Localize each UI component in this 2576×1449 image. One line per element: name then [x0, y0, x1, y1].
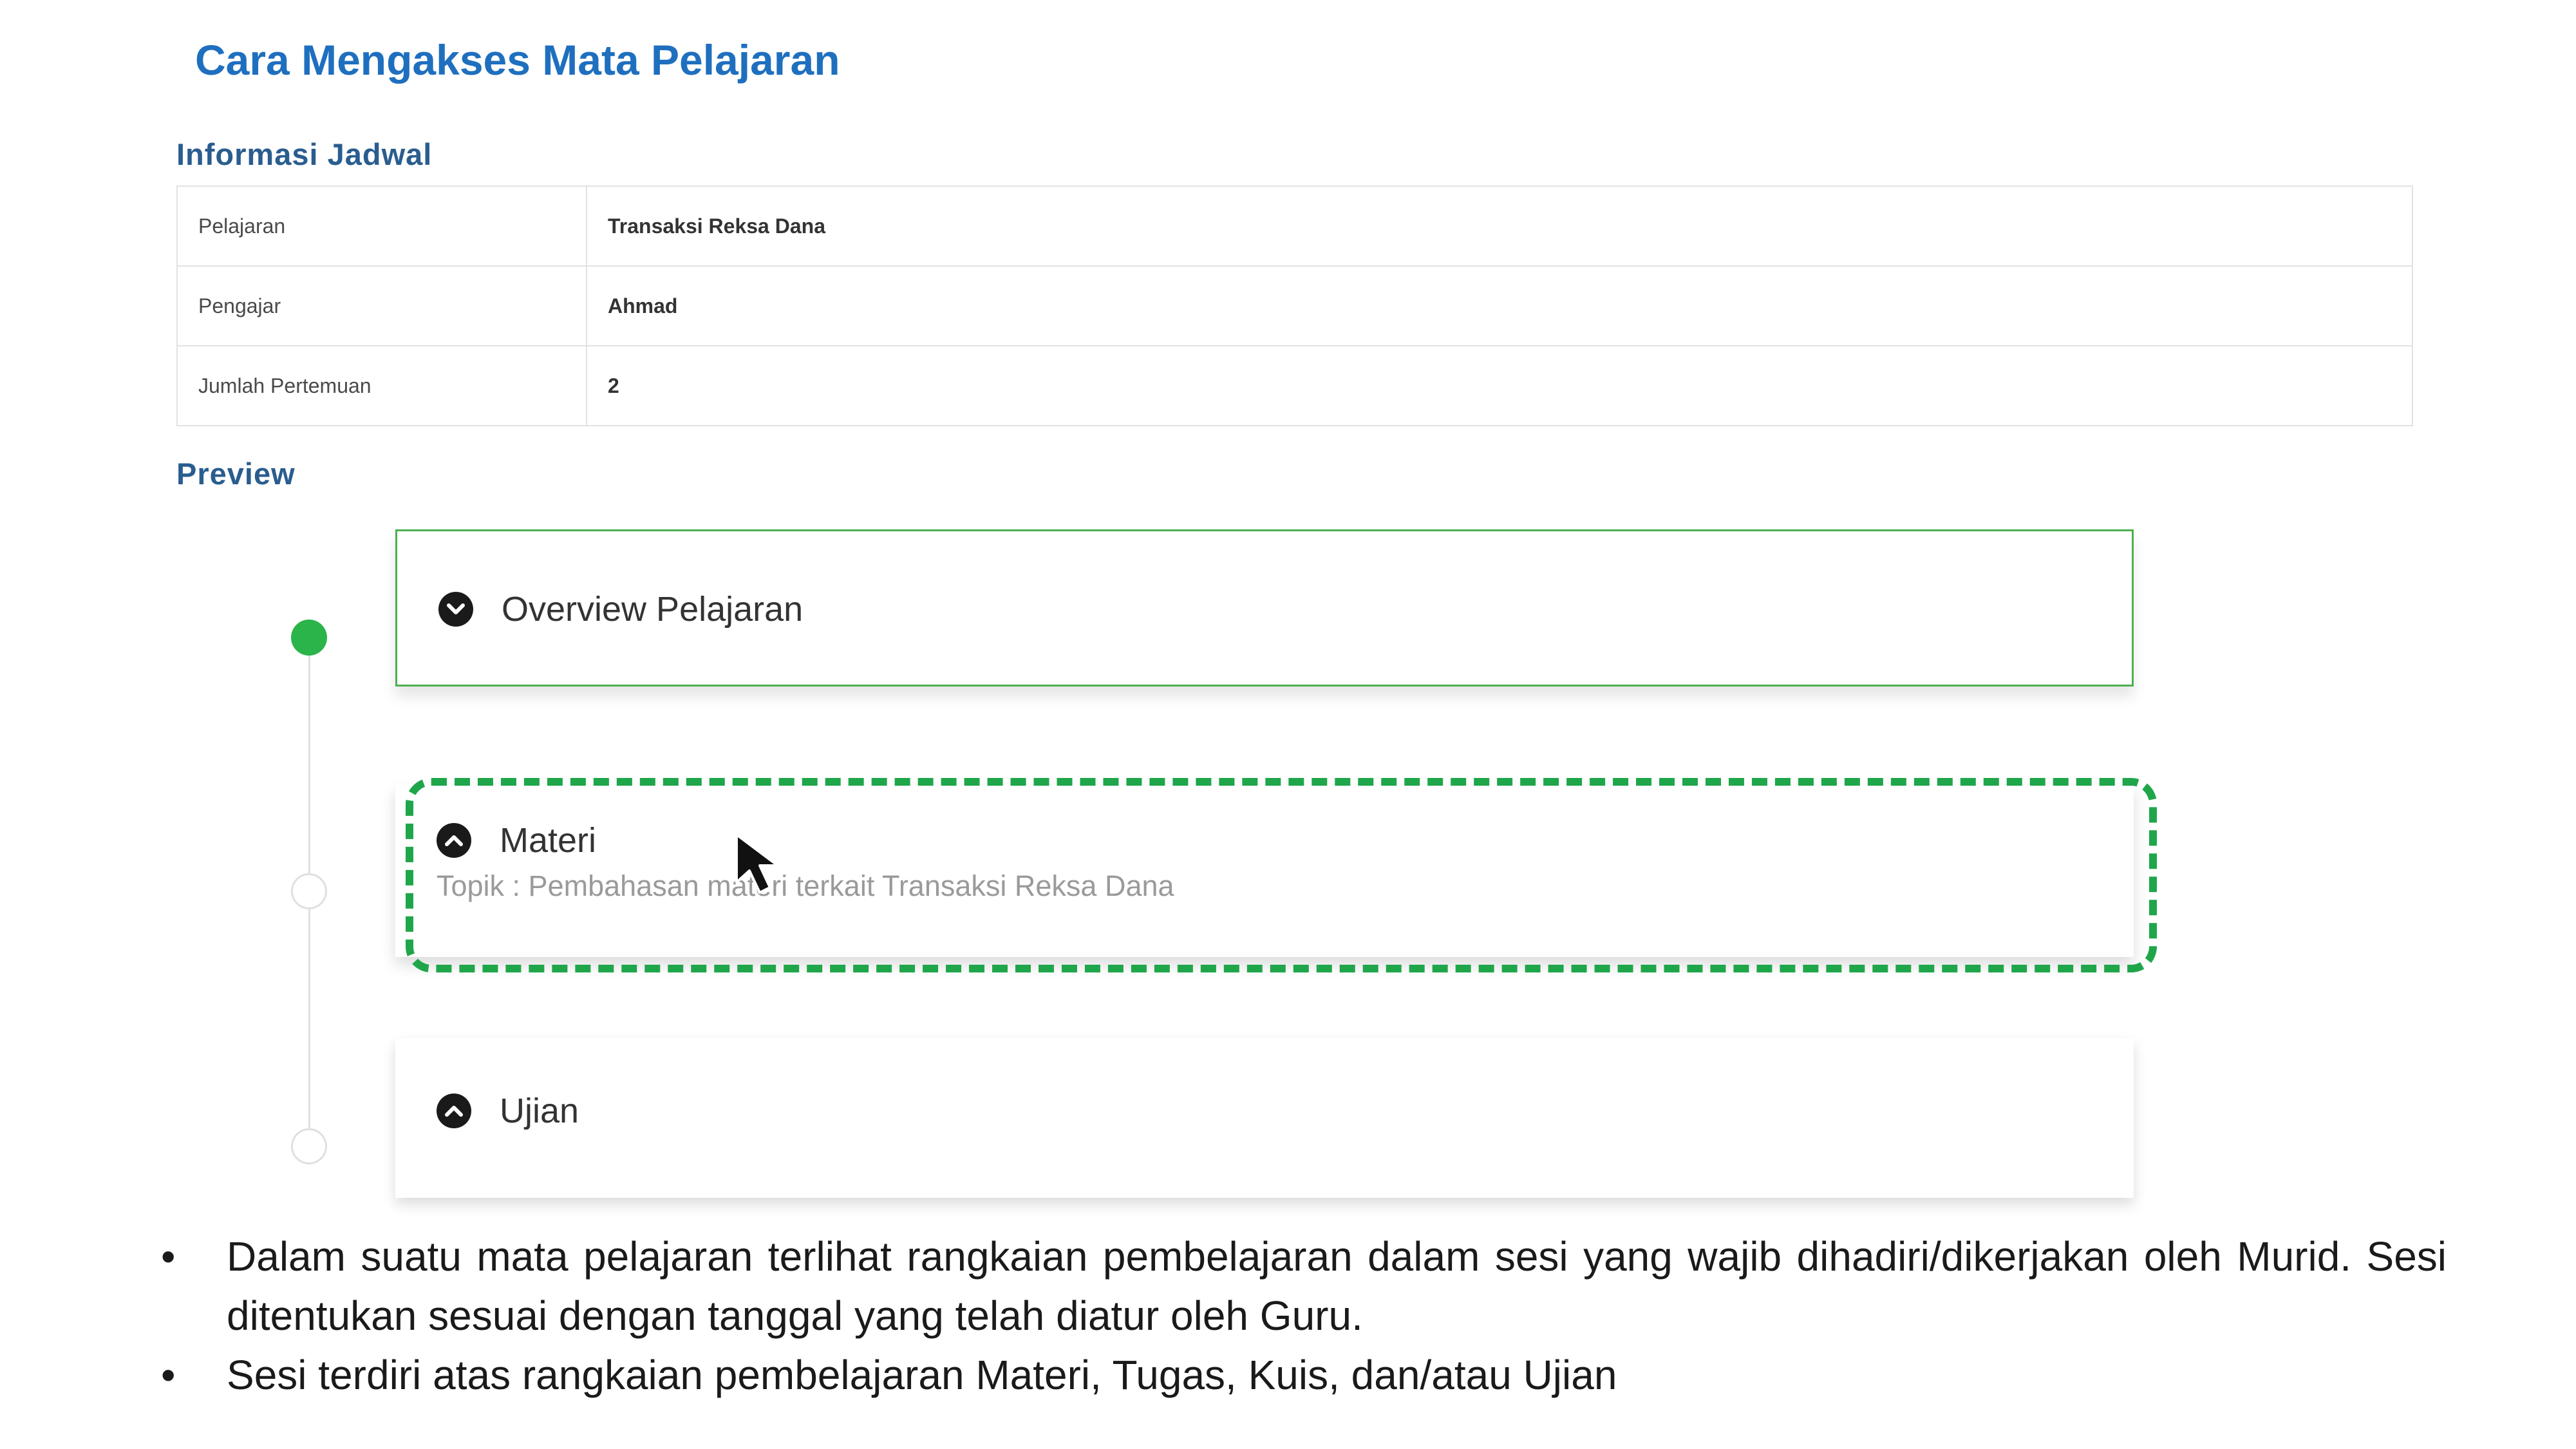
table-row: Jumlah Pertemuan 2	[176, 345, 2413, 426]
schedule-heading: Informasi Jadwal	[176, 137, 433, 171]
list-item: • Sesi terdiri atas rangkaian pembelajar…	[155, 1345, 2447, 1405]
session-card-ujian[interactable]: Ujian	[395, 1038, 2134, 1198]
table-label: Pelajaran	[176, 185, 587, 267]
timeline-dot-pending	[291, 873, 327, 909]
bullet-icon: •	[161, 1233, 176, 1280]
chevron-down-circle-icon[interactable]	[438, 592, 473, 627]
card-header[interactable]: Overview Pelajaran	[438, 589, 803, 629]
note-text: Sesi terdiri atas rangkaian pembelajaran…	[227, 1352, 1617, 1398]
notes-list: • Dalam suatu mata pelajaran terlihat ra…	[155, 1227, 2447, 1405]
timeline-dot-pending	[291, 1128, 327, 1164]
chevron-up-circle-icon[interactable]	[437, 1094, 471, 1128]
session-card-overview[interactable]: Overview Pelajaran	[395, 529, 2134, 687]
table-label: Pengajar	[176, 265, 587, 346]
table-label: Jumlah Pertemuan	[176, 345, 587, 426]
preview-heading: Preview	[176, 457, 296, 491]
note-text: Dalam suatu mata pelajaran terlihat rang…	[227, 1233, 2447, 1339]
timeline-dot-completed	[291, 620, 327, 656]
highlight-box	[406, 778, 2157, 972]
schedule-table: Pelajaran Transaksi Reksa Dana Pengajar …	[176, 185, 2413, 426]
card-title: Ujian	[500, 1092, 579, 1130]
table-row: Pelajaran Transaksi Reksa Dana	[176, 185, 2413, 267]
table-value: 2	[586, 345, 2413, 426]
list-item: • Dalam suatu mata pelajaran terlihat ra…	[155, 1227, 2447, 1345]
slide-title: Cara Mengakses Mata Pelajaran	[195, 36, 840, 84]
card-title: Overview Pelajaran	[502, 590, 804, 629]
table-value: Ahmad	[586, 265, 2413, 346]
table-value: Transaksi Reksa Dana	[586, 185, 2413, 267]
bullet-icon: •	[161, 1352, 176, 1398]
card-header[interactable]: Ujian	[437, 1091, 579, 1131]
mouse-pointer-icon	[735, 833, 779, 894]
table-row: Pengajar Ahmad	[176, 265, 2413, 346]
